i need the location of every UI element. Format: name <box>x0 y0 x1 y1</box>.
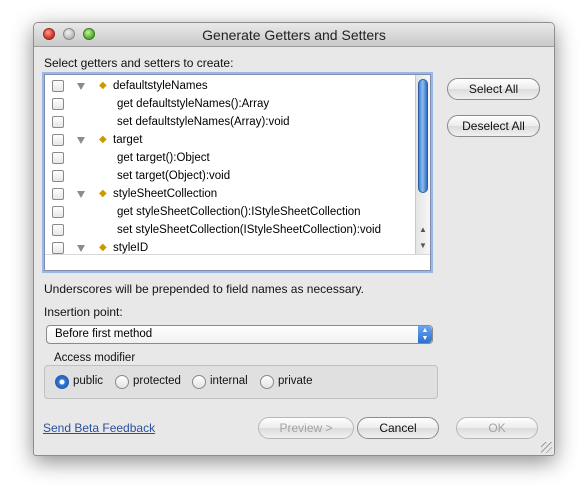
send-beta-feedback-link[interactable]: Send Beta Feedback <box>43 421 155 435</box>
scroll-down-icon[interactable]: ▼ <box>416 239 430 253</box>
list-vertical-scrollbar[interactable]: ▲ ▼ <box>415 75 430 255</box>
disclosure-triangle-icon[interactable] <box>77 245 85 252</box>
method-signature: set defaultstyleNames(Array):void <box>117 116 290 128</box>
window-title: Generate Getters and Setters <box>202 27 386 43</box>
disclosure-triangle-icon[interactable] <box>77 191 85 198</box>
field-name: defaultstyleNames <box>113 80 208 92</box>
ok-button[interactable]: OK <box>456 417 538 439</box>
title-bar[interactable]: Generate Getters and Setters <box>34 23 554 47</box>
row-checkbox[interactable] <box>52 116 64 128</box>
row-checkbox[interactable] <box>52 170 64 182</box>
field-row[interactable]: ◆ defaultstyleNames <box>45 78 417 96</box>
radio-internal[interactable] <box>192 375 206 389</box>
scrollbar-thumb[interactable] <box>418 79 428 193</box>
field-diamond-icon: ◆ <box>99 188 107 199</box>
radio-private-label[interactable]: private <box>278 375 313 387</box>
row-checkbox[interactable] <box>52 152 64 164</box>
method-row[interactable]: set defaultstyleNames(Array):void <box>45 114 417 132</box>
radio-internal-label[interactable]: internal <box>210 375 248 387</box>
getter-setter-list[interactable]: ◆ defaultstyleNames get defaultstyleNames(… <box>44 74 431 271</box>
method-signature: get defaultstyleNames():Array <box>117 98 270 110</box>
access-modifier-label: Access modifier <box>54 352 136 364</box>
insertion-point-label: Insertion point: <box>44 305 123 319</box>
method-signature: get target():Object <box>117 152 210 164</box>
field-diamond-icon: ◆ <box>99 134 107 145</box>
disclosure-triangle-icon[interactable] <box>77 83 85 90</box>
field-name: target <box>113 134 143 146</box>
list-bottom-strip <box>45 254 430 270</box>
field-name: styleID <box>113 242 149 254</box>
underscore-hint: Underscores will be prepended to field n… <box>44 282 364 296</box>
radio-public-label[interactable]: public <box>73 375 103 387</box>
list-heading: Select getters and setters to create: <box>44 56 234 70</box>
method-row[interactable]: get target():Object <box>45 150 417 168</box>
preview-button[interactable]: Preview > <box>258 417 354 439</box>
method-signature: set styleSheetCollection(IStyleSheetColl… <box>117 224 381 236</box>
field-diamond-icon: ◆ <box>99 80 107 91</box>
row-checkbox[interactable] <box>52 206 64 218</box>
row-checkbox[interactable] <box>52 242 64 254</box>
insertion-point-select[interactable]: Before first method ▲ ▼ <box>46 325 433 344</box>
scroll-up-icon[interactable]: ▲ <box>416 223 430 237</box>
method-row[interactable]: get defaultstyleNames():Array <box>45 96 417 114</box>
method-row[interactable]: set target(Object):void <box>45 168 417 186</box>
field-diamond-icon: ◆ <box>99 242 107 253</box>
method-signature: get styleSheetCollection():IStyleSheetCo… <box>117 206 361 218</box>
row-checkbox[interactable] <box>52 188 64 200</box>
radio-protected[interactable] <box>115 375 129 389</box>
disclosure-triangle-icon[interactable] <box>77 137 85 144</box>
row-checkbox[interactable] <box>52 134 64 146</box>
row-checkbox[interactable] <box>52 98 64 110</box>
field-row[interactable]: ◆ styleSheetCollection <box>45 186 417 204</box>
method-row[interactable]: set styleSheetCollection(IStyleSheetColl… <box>45 222 417 240</box>
access-modifier-group: public protected internal private <box>44 365 438 399</box>
insertion-point-value: Before first method <box>55 328 153 340</box>
select-arrows-icon: ▲ ▼ <box>418 326 432 343</box>
row-checkbox[interactable] <box>52 80 64 92</box>
field-row[interactable]: ◆ target <box>45 132 417 150</box>
select-all-button[interactable]: Select All <box>447 78 540 100</box>
deselect-all-button[interactable]: Deselect All <box>447 115 540 137</box>
radio-public[interactable] <box>55 375 69 389</box>
method-row[interactable]: get styleSheetCollection():IStyleSheetCo… <box>45 204 417 222</box>
radio-private[interactable] <box>260 375 274 389</box>
radio-protected-label[interactable]: protected <box>133 375 181 387</box>
resize-grip-icon[interactable] <box>541 442 552 453</box>
cancel-button[interactable]: Cancel <box>357 417 439 439</box>
field-name: styleSheetCollection <box>113 188 218 200</box>
dialog-window: Generate Getters and Setters Select gett… <box>33 22 555 456</box>
method-signature: set target(Object):void <box>117 170 231 182</box>
row-checkbox[interactable] <box>52 224 64 236</box>
